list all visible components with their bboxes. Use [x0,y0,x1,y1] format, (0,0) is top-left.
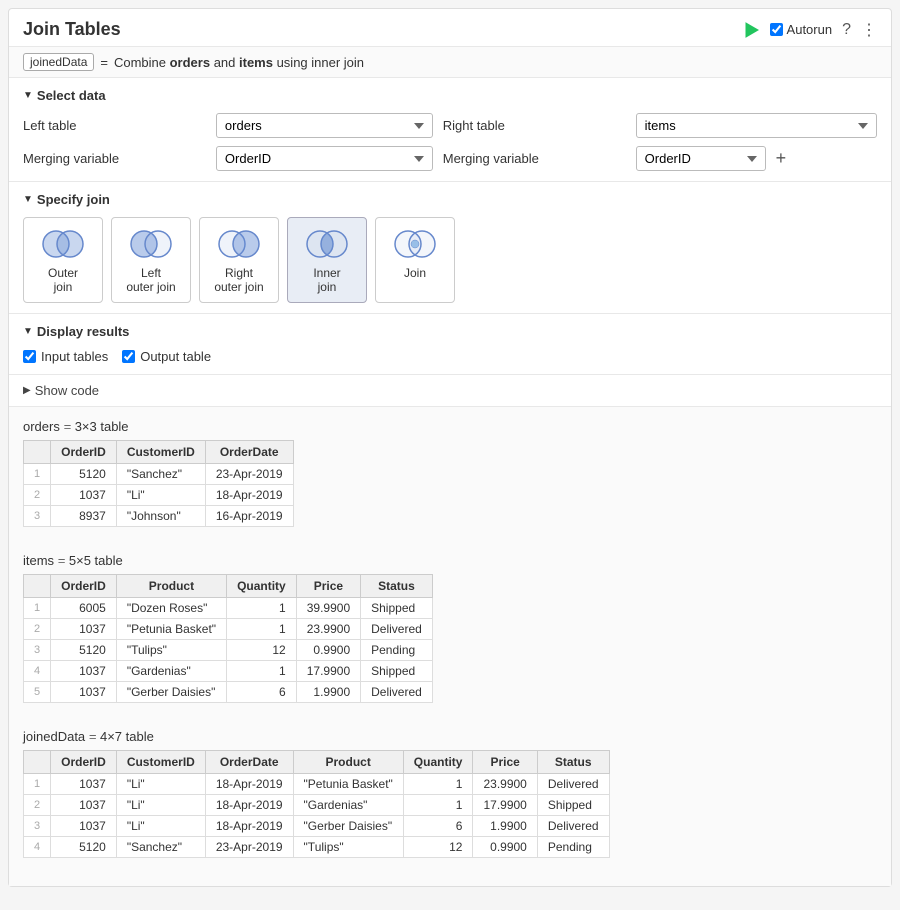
table-row: 1 6005 "Dozen Roses" 1 39.9900 Shipped [24,598,433,619]
inner-join-option[interactable]: Innerjoin [287,217,367,303]
orders-col-orderdate: OrderDate [205,441,293,464]
items-col-quantity: Quantity [227,575,297,598]
right-table-label: Right table [443,118,626,133]
add-merge-button[interactable]: + [772,148,791,169]
specify-join-panel: ▼ Specify join Outerjoin Leftouter join [9,182,891,314]
right-merge-select[interactable]: OrderID CustomerID OrderDate [636,146,766,171]
select-data-grid: Left table orders items joinedData Right… [23,113,877,171]
join-types: Outerjoin Leftouter join Rightouter join [23,217,877,303]
inner-join-label: Innerjoin [313,266,340,294]
join-option[interactable]: Join [375,217,455,303]
run-icon [742,21,760,39]
left-outer-join-icon [128,226,174,262]
table-row: 3 5120 "Tulips" 12 0.9900 Pending [24,640,433,661]
table-row: 2 1037 "Li" 18-Apr-2019 [24,485,294,506]
join-label: Join [404,266,426,280]
display-results-arrow: ▼ [23,326,33,337]
help-button[interactable]: ? [842,21,851,39]
outer-join-icon [40,226,86,262]
formula-text: Combine orders and items using inner joi… [114,55,364,70]
left-merge-label: Merging variable [23,151,206,166]
tables-section: orders = 3×3 table OrderID CustomerID Or… [9,407,891,886]
table-row: 5 1037 "Gerber Daisies" 6 1.9900 Deliver… [24,682,433,703]
select-data-label: Select data [37,88,106,103]
output-table-checkbox-label[interactable]: Output table [122,349,211,364]
items-col-price: Price [296,575,360,598]
autorun-label[interactable]: Autorun [770,22,833,37]
joined-col-quantity: Quantity [403,751,473,774]
select-data-header[interactable]: ▼ Select data [23,88,877,103]
table-row: 3 1037 "Li" 18-Apr-2019 "Gerber Daisies"… [24,816,610,837]
table-row: 1 5120 "Sanchez" 23-Apr-2019 [24,464,294,485]
table-row: 2 1037 "Petunia Basket" 1 23.9900 Delive… [24,619,433,640]
joined-col-customerid: CustomerID [116,751,205,774]
input-tables-label: Input tables [41,349,108,364]
display-results-panel: ▼ Display results Input tables Output ta… [9,314,891,375]
items-table: OrderID Product Quantity Price Status 1 … [23,574,433,703]
orders-table-label: orders = 3×3 table [23,419,877,434]
output-table-checkbox[interactable] [122,350,135,363]
orders-col-orderid: OrderID [51,441,117,464]
formula-bar: joinedData = Combine orders and items us… [9,47,891,78]
items-table-label: items = 5×5 table [23,553,877,568]
joined-col-orderdate: OrderDate [205,751,293,774]
left-merge-select[interactable]: OrderID CustomerID OrderDate [216,146,433,171]
formula-var: joinedData [23,53,94,71]
left-outer-join-option[interactable]: Leftouter join [111,217,191,303]
show-code-arrow: ▶ [23,385,31,396]
items-col-row [24,575,51,598]
specify-join-label: Specify join [37,192,110,207]
specify-join-header[interactable]: ▼ Specify join [23,192,877,207]
specify-join-arrow: ▼ [23,194,33,205]
right-table-select[interactable]: orders items joinedData [636,113,877,138]
table-row: 4 1037 "Gardenias" 1 17.9900 Shipped [24,661,433,682]
show-code-row[interactable]: ▶ Show code [9,375,891,407]
select-data-panel: ▼ Select data Left table orders items jo… [9,78,891,182]
display-results-header[interactable]: ▼ Display results [23,324,877,339]
join-icon [392,226,438,262]
table-row: 4 5120 "Sanchez" 23-Apr-2019 "Tulips" 12… [24,837,610,858]
table-row: 2 1037 "Li" 18-Apr-2019 "Gardenias" 1 17… [24,795,610,816]
page-title: Join Tables [23,19,121,40]
right-outer-join-option[interactable]: Rightouter join [199,217,279,303]
joined-col-product: Product [293,751,403,774]
left-table-label: Left table [23,118,206,133]
right-outer-join-label: Rightouter join [214,266,263,294]
autorun-checkbox[interactable] [770,23,783,36]
more-button[interactable]: ⋮ [861,20,877,40]
input-tables-checkbox[interactable] [23,350,36,363]
table-row: 1 1037 "Li" 18-Apr-2019 "Petunia Basket"… [24,774,610,795]
joined-table-label: joinedData = 4×7 table [23,729,877,744]
outer-join-option[interactable]: Outerjoin [23,217,103,303]
left-table-select[interactable]: orders items joinedData [216,113,433,138]
input-tables-checkbox-label[interactable]: Input tables [23,349,108,364]
right-outer-join-icon [216,226,262,262]
display-results-label: Display results [37,324,130,339]
joined-table: OrderID CustomerID OrderDate Product Qua… [23,750,610,858]
select-data-arrow: ▼ [23,90,33,101]
header-actions: Autorun ? ⋮ [742,20,877,40]
display-results-row: Input tables Output table [23,349,877,364]
joined-col-row [24,751,51,774]
items-col-status: Status [361,575,433,598]
items-col-product: Product [116,575,226,598]
output-table-label: Output table [140,349,211,364]
joined-col-price: Price [473,751,537,774]
joined-col-status: Status [537,751,609,774]
outer-join-label: Outerjoin [48,266,78,294]
items-col-orderid: OrderID [51,575,117,598]
inner-join-icon [304,226,350,262]
left-outer-join-label: Leftouter join [126,266,175,294]
show-code-label: Show code [35,383,99,398]
run-button[interactable] [742,21,760,39]
orders-col-customerid: CustomerID [116,441,205,464]
joined-col-orderid: OrderID [51,751,117,774]
table-row: 3 8937 "Johnson" 16-Apr-2019 [24,506,294,527]
right-merge-label: Merging variable [443,151,626,166]
orders-col-row [24,441,51,464]
orders-table: OrderID CustomerID OrderDate 1 5120 "San… [23,440,294,527]
